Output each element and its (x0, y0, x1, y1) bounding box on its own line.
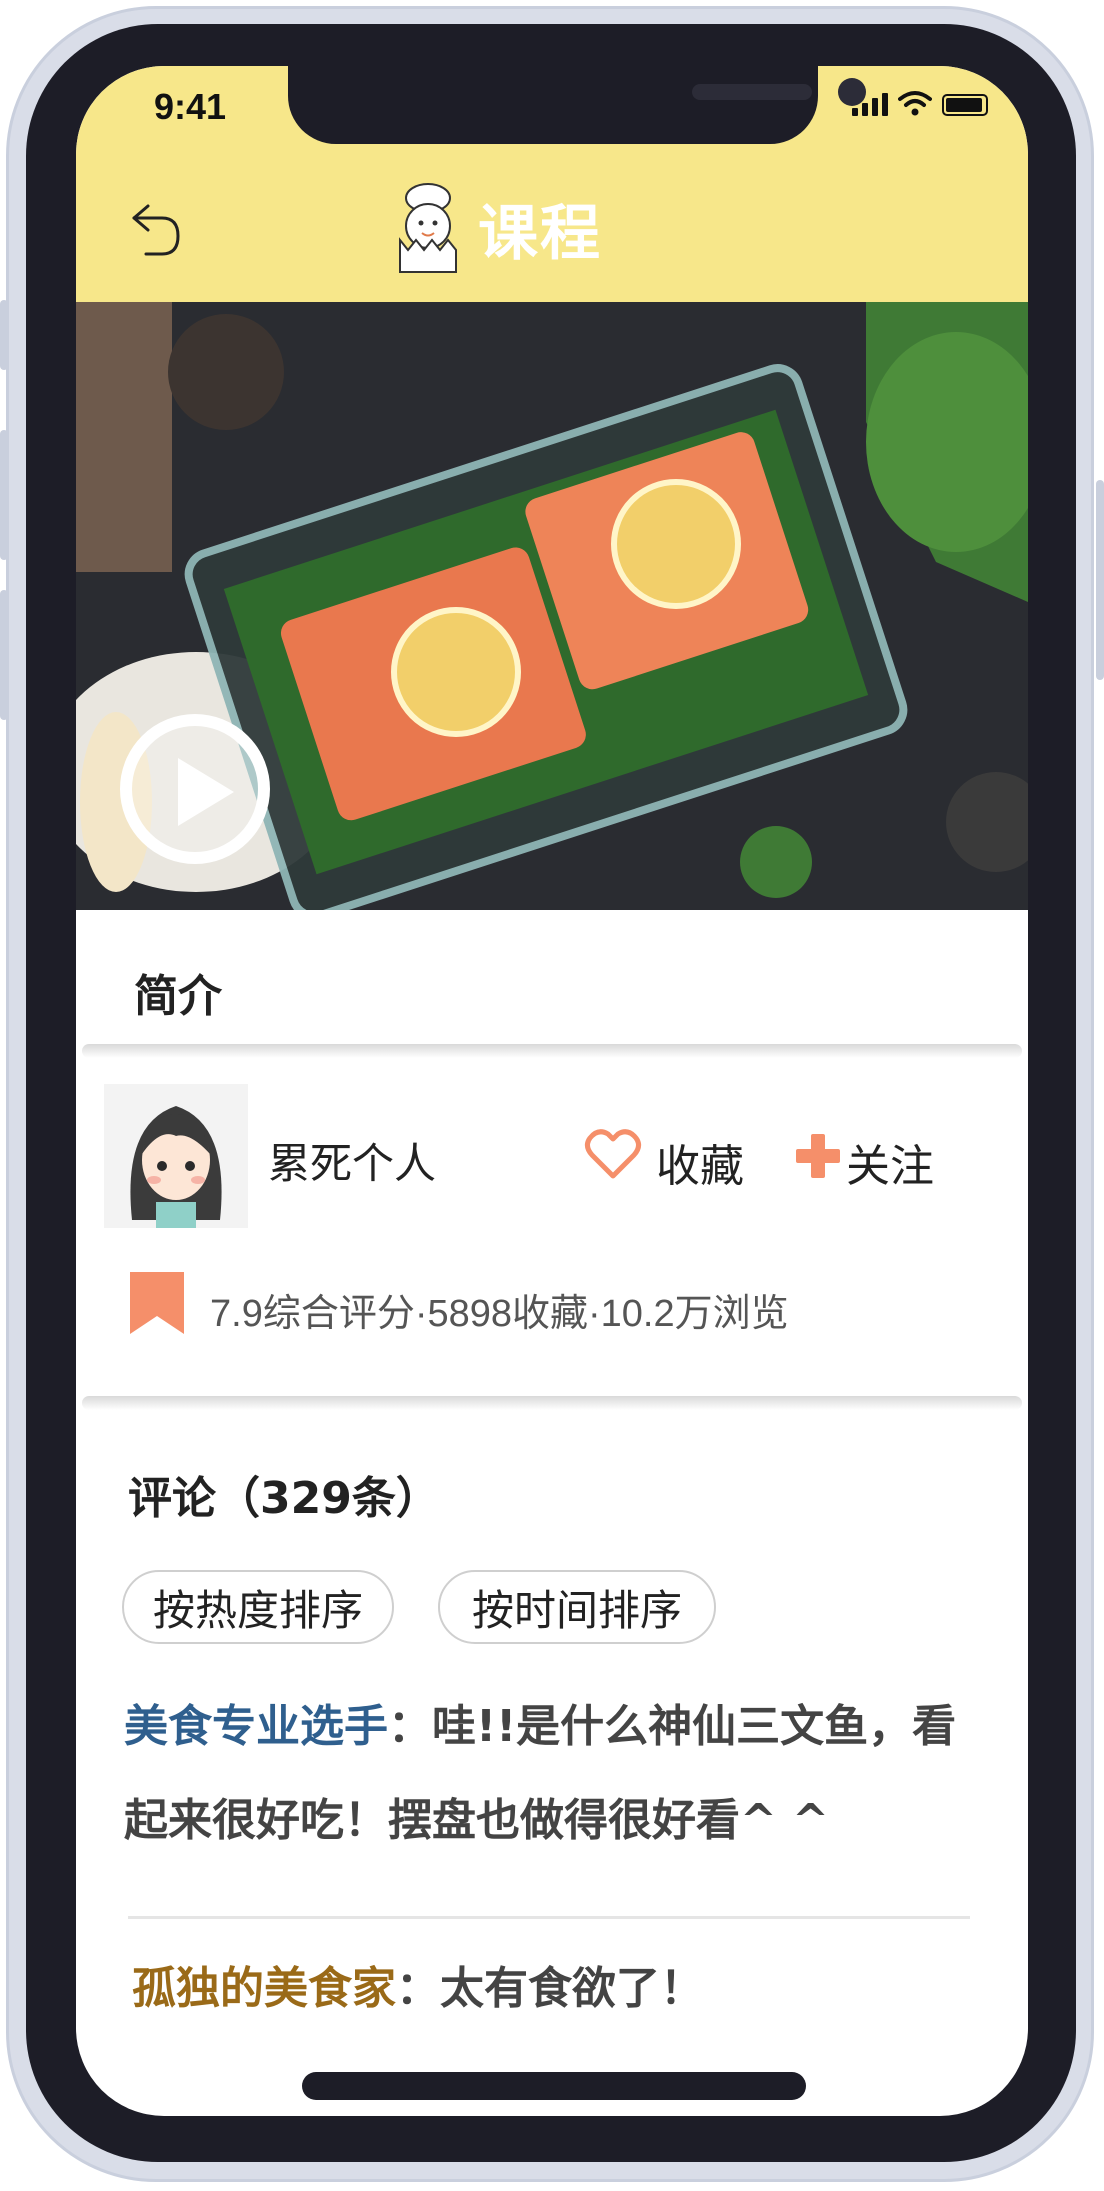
section-divider (82, 1396, 1022, 1410)
comment-item: 孤独的美食家：太有食欲了！ (132, 1942, 992, 2036)
sort-by-time-button[interactable]: 按时间排序 (438, 1570, 716, 1644)
comment-separator: ： (396, 1963, 440, 2014)
speaker (692, 84, 812, 100)
chef-logo-icon (399, 183, 457, 273)
follow-button[interactable]: 关注 (846, 1130, 934, 1194)
comment-text: 太有食欲了！ (440, 1963, 704, 2014)
status-time: 9:41 (154, 86, 227, 127)
play-icon[interactable] (120, 714, 270, 864)
app-screen: 9:41 课程 简介 累死个人 收藏 关注 7.9综合评分·5898收藏·10.… (76, 66, 1028, 2116)
front-camera (838, 78, 866, 106)
avatar-image (104, 1084, 248, 1228)
status-icons (852, 90, 988, 116)
comment-separator: ： (388, 1701, 432, 1752)
home-indicator[interactable] (302, 2072, 806, 2100)
phone-notch (288, 66, 866, 144)
volume-up-button (0, 430, 8, 560)
sort-by-hot-button[interactable]: 按热度排序 (122, 1570, 394, 1644)
mute-switch (0, 300, 8, 370)
power-button (1096, 480, 1104, 680)
comment-user[interactable]: 美食专业选手 (124, 1701, 388, 1752)
section-divider (82, 1044, 1022, 1058)
favorite-button[interactable]: 收藏 (656, 1130, 744, 1194)
comment-divider (128, 1916, 970, 1919)
course-stats: 7.9综合评分·5898收藏·10.2万浏览 (210, 1293, 789, 1335)
header-title-group: 课程 (386, 178, 602, 278)
intro-title: 简介 (134, 971, 222, 1022)
bookmark-icon (130, 1272, 184, 1334)
page-title: 课程 (478, 198, 602, 269)
heart-icon[interactable] (584, 1128, 642, 1180)
wifi-icon (898, 91, 932, 116)
volume-down-button (0, 590, 8, 720)
comments-title: 评论（329条） (128, 1473, 440, 1524)
author-name[interactable]: 累死个人 (268, 1130, 436, 1191)
course-video-thumbnail[interactable] (76, 302, 1028, 910)
battery-icon (942, 94, 988, 116)
comment-item: 美食专业选手：哇!!是什么神仙三文鱼，看起来很好吃！摆盘也做得很好看^ ^ (124, 1680, 984, 1868)
comment-user[interactable]: 孤独的美食家 (132, 1963, 396, 2014)
plus-icon[interactable] (794, 1132, 842, 1180)
back-arrow-icon[interactable] (120, 196, 190, 266)
avatar[interactable] (104, 1084, 248, 1228)
app-header: 课程 (76, 156, 1028, 302)
